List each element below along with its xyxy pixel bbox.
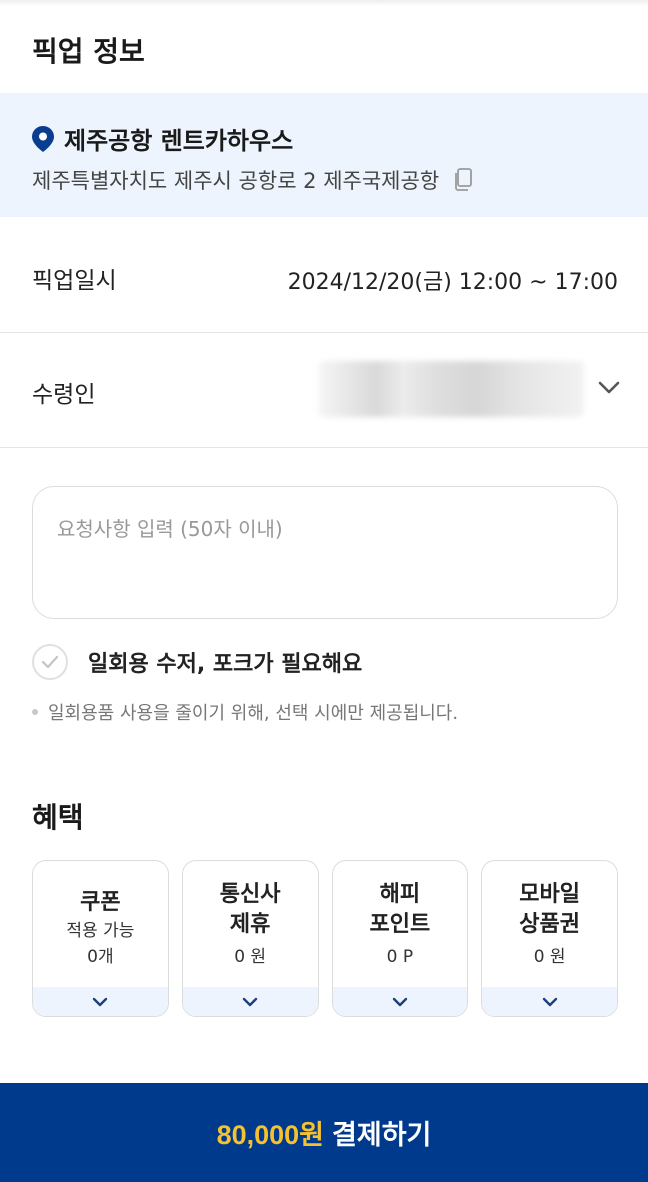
bullet-dot	[32, 709, 38, 715]
top-shadow	[0, 0, 648, 6]
mobile-gift-amount: 0 원	[533, 946, 566, 967]
pickup-location-card: 제주공항 렌트카하우스 제주특별자치도 제주시 공항로 2 제주국제공항	[0, 93, 648, 217]
card-footer[interactable]	[482, 987, 617, 1016]
location-name-row: 제주공항 렌트카하우스	[32, 121, 293, 156]
utensils-checkbox[interactable]	[32, 644, 68, 680]
location-address: 제주특별자치도 제주시 공항로 2 제주국제공항	[32, 169, 440, 193]
benefit-cards: 쿠폰 적용 가능 0개 통신사 제휴 0 원 해피 포인트 0 P 모바일 상품…	[32, 860, 618, 1017]
card-content: 통신사 제휴 0 원	[183, 861, 318, 988]
utensils-note: 일회용품 사용을 줄이기 위해, 선택 시에만 제공됩니다.	[32, 699, 458, 725]
benefit-card-telecom[interactable]: 통신사 제휴 0 원	[181, 860, 319, 1017]
benefit-card-mobile-gift[interactable]: 모바일 상품권 0 원	[481, 860, 618, 1017]
card-footer[interactable]	[33, 987, 168, 1016]
request-input[interactable]	[33, 487, 617, 618]
coupon-title: 쿠폰	[80, 889, 121, 915]
benefit-card-happy-point[interactable]: 해피 포인트 0 P	[331, 860, 469, 1017]
chevron-down-icon	[242, 997, 258, 1006]
chevron-down-icon	[392, 997, 408, 1006]
mobile-gift-title-line2: 상품권	[519, 911, 580, 937]
mobile-gift-title-line1: 모바일	[519, 881, 580, 907]
request-input-box	[32, 486, 618, 619]
location-name: 제주공항 렌트카하우스	[64, 127, 294, 155]
chevron-down-icon	[542, 997, 557, 1006]
coupon-sub: 적용 가능	[66, 920, 135, 941]
pickup-datetime-label: 픽업일시	[32, 268, 117, 294]
location-address-row: 제주특별자치도 제주시 공항로 2 제주국제공항	[32, 165, 473, 195]
happy-point-title-line1: 해피	[379, 881, 421, 907]
pay-price: 80,000원	[216, 1120, 325, 1150]
card-content: 모바일 상품권 0 원	[482, 861, 617, 988]
pay-button[interactable]: 80,000원 결제하기	[0, 1083, 648, 1182]
card-content: 해피 포인트 0 P	[333, 861, 468, 988]
utensils-checkbox-label: 일회용 수저, 포크가 필요해요	[88, 652, 363, 677]
map-pin-icon	[32, 125, 54, 152]
chevron-down-icon[interactable]	[598, 381, 620, 395]
receiver-row[interactable]: 수령인	[0, 333, 648, 448]
benefit-card-coupon[interactable]: 쿠폰 적용 가능 0개	[32, 860, 169, 1017]
chevron-down-icon	[93, 997, 108, 1006]
pay-label: 결제하기	[332, 1120, 432, 1150]
check-icon	[41, 655, 59, 669]
card-content: 쿠폰 적용 가능 0개	[33, 861, 168, 988]
telecom-amount: 0 원	[234, 946, 267, 967]
utensils-checkbox-row[interactable]: 일회용 수저, 포크가 필요해요	[32, 644, 362, 680]
pickup-section-title: 픽업 정보	[32, 35, 145, 68]
receiver-label: 수령인	[32, 382, 96, 408]
coupon-count: 0개	[87, 946, 114, 967]
benefits-section-title: 혜택	[32, 801, 84, 834]
card-footer[interactable]	[332, 987, 468, 1016]
happy-point-title-line2: 포인트	[369, 911, 431, 937]
pickup-datetime-value: 2024/12/20(금) 12:00 ~ 17:00	[287, 270, 618, 295]
telecom-title-line1: 통신사	[219, 881, 281, 907]
copy-icon[interactable]	[453, 168, 473, 192]
pickup-datetime-row: 픽업일시 2024/12/20(금) 12:00 ~ 17:00	[0, 217, 648, 333]
utensils-note-text: 일회용품 사용을 줄이기 위해, 선택 시에만 제공됩니다.	[48, 703, 459, 724]
telecom-title-line2: 제휴	[229, 911, 271, 937]
card-footer[interactable]	[182, 987, 318, 1016]
receiver-value-blurred	[318, 361, 584, 417]
happy-point-amount: 0 P	[386, 946, 414, 967]
